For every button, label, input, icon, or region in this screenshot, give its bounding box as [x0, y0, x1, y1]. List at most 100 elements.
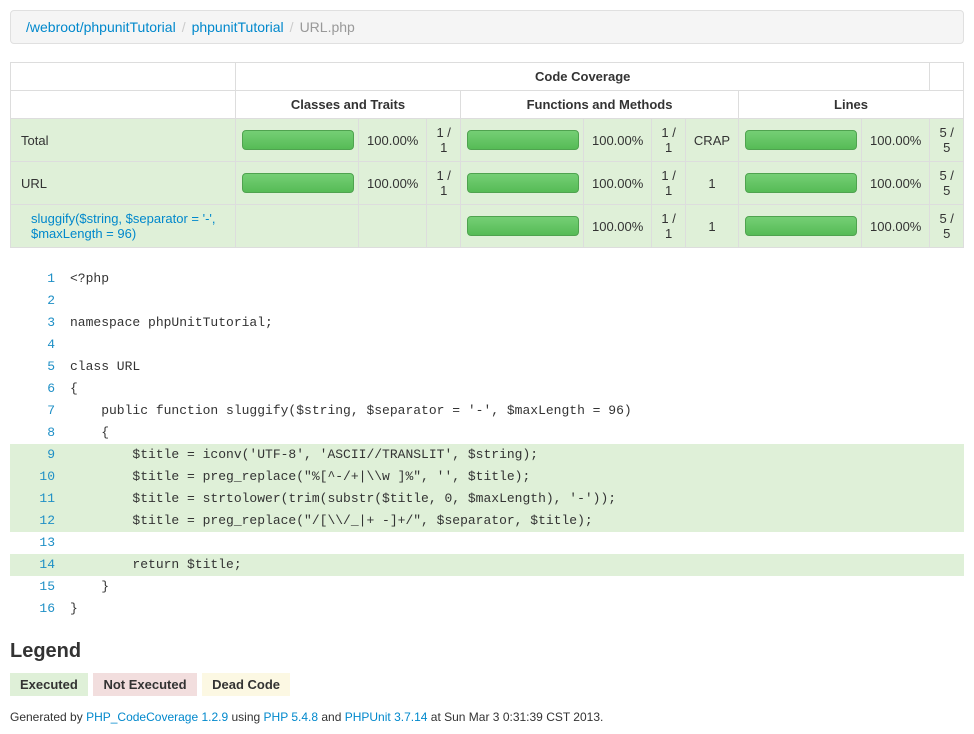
breadcrumb: /webroot/phpunitTutorial /phpunitTutorial…: [10, 10, 964, 44]
classes-percent: 100.00%: [359, 119, 427, 162]
code-line: 6{: [10, 378, 964, 400]
code-line: 16}: [10, 598, 964, 620]
crap-value: 1: [685, 162, 738, 205]
breadcrumb-link[interactable]: /webroot/phpunitTutorial: [26, 19, 176, 35]
col-lines: Lines: [739, 91, 964, 119]
line-code: $title = strtolower(trim(substr($title, …: [70, 488, 964, 510]
function-link[interactable]: sluggify($string, $separator = '-', $max…: [31, 211, 216, 241]
line-number: 14: [10, 554, 70, 576]
footer-php-link[interactable]: PHP 5.4.8: [264, 710, 318, 724]
row-name: Total: [11, 119, 236, 162]
line-number: 9: [10, 444, 70, 466]
footer-tool-link[interactable]: PHP_CodeCoverage 1.2.9: [86, 710, 228, 724]
progress-bar: [467, 216, 579, 236]
progress-bar: [745, 173, 857, 193]
functions-percent: 100.00%: [583, 162, 651, 205]
line-code: [70, 532, 964, 554]
lines-ratio: 5 / 5: [930, 119, 964, 162]
blank-header: [11, 91, 236, 119]
code-line: 7 public function sluggify($string, $sep…: [10, 400, 964, 422]
lines-ratio: 5 / 5: [930, 162, 964, 205]
line-code: $title = iconv('UTF-8', 'ASCII//TRANSLIT…: [70, 444, 964, 466]
line-number: 5: [10, 356, 70, 378]
code-line: 3namespace phpUnitTutorial;: [10, 312, 964, 334]
source-code: 1<?php23namespace phpUnitTutorial;45clas…: [10, 268, 964, 620]
legend-dead-code: Dead Code: [202, 673, 290, 696]
row-name: URL: [11, 162, 236, 205]
code-line: 14 return $title;: [10, 554, 964, 576]
blank-header: [11, 63, 236, 91]
legend-executed: Executed: [10, 673, 88, 696]
col-classes: Classes and Traits: [236, 91, 461, 119]
code-line: 8 {: [10, 422, 964, 444]
code-line: 12 $title = preg_replace("/[\\/_|+ -]+/"…: [10, 510, 964, 532]
col-functions: Functions and Methods: [460, 91, 738, 119]
line-number: 12: [10, 510, 70, 532]
breadcrumb-separator: /: [284, 19, 300, 35]
line-number: 6: [10, 378, 70, 400]
footer-prefix: Generated by: [10, 710, 86, 724]
line-code: {: [70, 422, 964, 444]
line-number: 15: [10, 576, 70, 598]
line-number: 3: [10, 312, 70, 334]
footer-at: at Sun Mar 3 0:31:39 CST 2013.: [431, 710, 604, 724]
code-line: 2: [10, 290, 964, 312]
legend-not-executed: Not Executed: [93, 673, 196, 696]
progress-bar: [242, 130, 354, 150]
code-line: 13: [10, 532, 964, 554]
line-code: [70, 290, 964, 312]
line-number: 7: [10, 400, 70, 422]
progress-bar-cell: [739, 205, 862, 248]
code-line: 15 }: [10, 576, 964, 598]
functions-percent: 100.00%: [583, 205, 651, 248]
progress-bar-cell: [236, 205, 359, 248]
line-code: return $title;: [70, 554, 964, 576]
main-header: Code Coverage: [236, 63, 930, 91]
line-code: }: [70, 576, 964, 598]
line-number: 16: [10, 598, 70, 620]
line-number: 10: [10, 466, 70, 488]
line-code: <?php: [70, 268, 964, 290]
line-number: 4: [10, 334, 70, 356]
progress-bar-cell: [739, 162, 862, 205]
coverage-table: Code Coverage Classes and Traits Functio…: [10, 62, 964, 248]
progress-bar-cell: [460, 119, 583, 162]
progress-bar: [745, 216, 857, 236]
progress-bar-cell: [236, 162, 359, 205]
breadcrumb-link[interactable]: phpunitTutorial: [192, 19, 284, 35]
progress-bar-cell: [460, 162, 583, 205]
line-number: 8: [10, 422, 70, 444]
crap-value: 1: [685, 205, 738, 248]
line-code: namespace phpUnitTutorial;: [70, 312, 964, 334]
functions-ratio: 1 / 1: [652, 205, 686, 248]
line-code: {: [70, 378, 964, 400]
code-line: 5class URL: [10, 356, 964, 378]
classes-percent: 100.00%: [359, 162, 427, 205]
code-line: 1<?php: [10, 268, 964, 290]
code-line: 11 $title = strtolower(trim(substr($titl…: [10, 488, 964, 510]
code-line: 4: [10, 334, 964, 356]
line-number: 11: [10, 488, 70, 510]
classes-ratio: 1 / 1: [427, 162, 461, 205]
table-row: URL100.00%1 / 1100.00%1 / 11100.00%5 / 5: [11, 162, 964, 205]
classes-ratio: [427, 205, 461, 248]
line-code: $title = preg_replace("/[\\/_|+ -]+/", $…: [70, 510, 964, 532]
footer-phpunit-link[interactable]: PHPUnit 3.7.14: [345, 710, 428, 724]
progress-bar-cell: [236, 119, 359, 162]
progress-bar-cell: [460, 205, 583, 248]
functions-ratio: 1 / 1: [652, 119, 686, 162]
footer-using: using: [232, 710, 264, 724]
progress-bar: [467, 173, 579, 193]
line-number: 1: [10, 268, 70, 290]
footer: Generated by PHP_CodeCoverage 1.2.9 usin…: [10, 710, 964, 724]
footer-and: and: [321, 710, 344, 724]
legend-title: Legend: [10, 640, 964, 663]
legend-items: Executed Not Executed Dead Code: [10, 673, 964, 696]
functions-percent: 100.00%: [583, 119, 651, 162]
line-number: 13: [10, 532, 70, 554]
table-row: sluggify($string, $separator = '-', $max…: [11, 205, 964, 248]
line-code: class URL: [70, 356, 964, 378]
breadcrumb-current: URL.php: [300, 19, 355, 35]
progress-bar: [745, 130, 857, 150]
functions-ratio: 1 / 1: [652, 162, 686, 205]
